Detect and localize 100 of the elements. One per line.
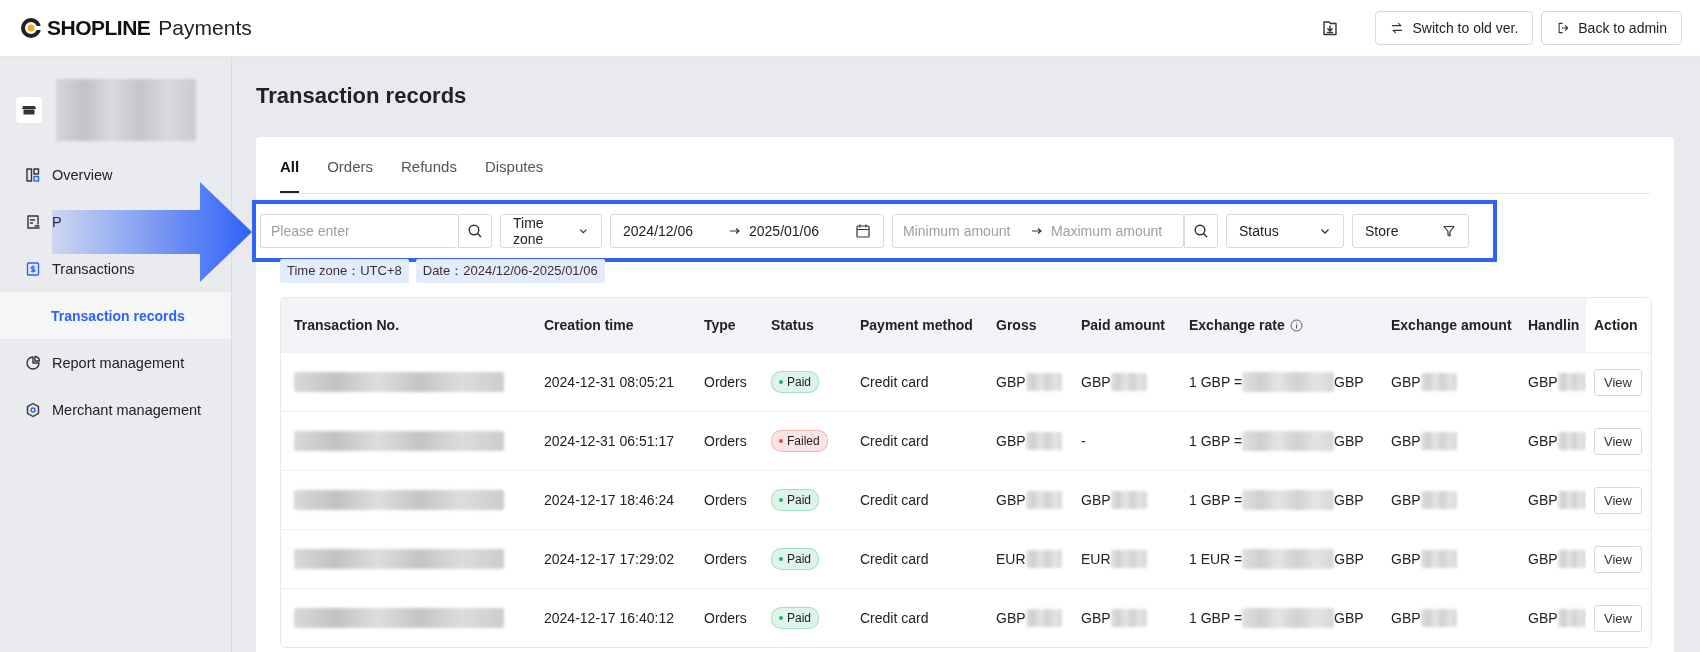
cell-text: Credit card [860,374,929,390]
cell-text: GBP [1528,433,1558,449]
cell-text: Orders [704,551,747,567]
header-button[interactable]: Switch to old ver. [1375,11,1534,45]
cell-text: GBP [996,492,1026,508]
cell-text: GBP [1528,374,1558,390]
search-button[interactable] [1184,214,1218,248]
store-icon [16,97,42,123]
status-badge: Paid [771,548,820,570]
cell-text: GBP [996,374,1026,390]
cell-text: Orders [704,374,747,390]
view-button[interactable]: View [1594,368,1642,396]
search-field[interactable]: Please enter [260,214,458,248]
nav-item[interactable]: Overview [0,151,231,198]
max-amount-input[interactable]: Maximum amount [1051,223,1169,239]
hexagon-icon [24,400,42,419]
cell-text: 2024-12-17 18:46:24 [544,492,674,508]
swap-arrows-icon [1390,21,1405,35]
exit-icon [1556,21,1571,35]
column-header: Exchange amount [1391,317,1512,333]
cell-text: Orders [704,433,747,449]
cell-text: - [1081,433,1086,449]
cell-text: GBP [1528,492,1558,508]
tray-download-icon [1321,19,1340,37]
status-badge: Paid [771,371,820,393]
cell-text: GBP [1334,492,1364,508]
cell-text: GBP [1081,610,1111,626]
cell-text: GBP [996,433,1026,449]
nav-item[interactable]: Merchant management [0,386,231,433]
status-badge: Paid [771,489,820,511]
cell-text: GBP [1391,551,1421,567]
cell-text: GBP [1081,492,1111,508]
cell-text: Credit card [860,551,929,567]
column-header: Status [771,317,814,333]
filter-tag: Date：2024/12/06-2025/01/06 [415,259,605,283]
cell-text: GBP [1334,374,1364,390]
cell-text: GBP [1081,374,1111,390]
cell-text: 1 GBP = [1189,374,1243,390]
view-button[interactable]: View [1594,545,1642,573]
column-header: Transaction No. [294,317,400,333]
column-header: Paid amount [1081,317,1165,333]
cell-text: GBP [1334,610,1364,626]
cell-text: GBP [1391,492,1421,508]
header-button[interactable]: Back to admin [1541,11,1682,45]
cell-text: Credit card [860,610,929,626]
select-field[interactable]: Store [1352,214,1469,248]
product-name: Payments [158,16,252,40]
select-field[interactable]: Status [1226,214,1344,248]
funnel-icon [1442,224,1456,238]
cell-text: EUR [996,551,1026,567]
cell-text: 2024-12-31 06:51:17 [544,433,674,449]
search-button[interactable] [458,214,492,248]
cell-text: GBP [1334,551,1364,567]
cell-text: 1 GBP = [1189,610,1243,626]
column-header: Action [1594,317,1638,333]
view-button[interactable]: View [1594,427,1642,455]
column-header: Type [704,317,736,333]
column-header: Handlin [1528,317,1580,333]
cell-text: GBP [1528,610,1558,626]
cell-text: GBP [1334,433,1364,449]
cell-text: 2024-12-17 17:29:02 [544,551,674,567]
cell-text: 1 EUR = [1189,551,1243,567]
logo-icon [20,17,42,39]
cell-text: Credit card [860,433,929,449]
amount-range-field[interactable]: Minimum amount Maximum amount [892,214,1184,248]
cell-text: 2024-12-31 08:05:21 [544,374,674,390]
dashboard-icon [24,165,42,184]
cell-text: GBP [1528,551,1558,567]
search-icon [467,223,483,239]
cell-text: 1 GBP = [1189,492,1243,508]
receipt-icon [24,212,42,231]
calendar-icon [855,223,871,239]
tab[interactable]: Orders [327,158,373,193]
view-button[interactable]: View [1594,486,1642,514]
min-amount-input[interactable]: Minimum amount [903,223,1021,239]
cell-text: Orders [704,492,747,508]
cell-text: EUR [1081,551,1111,567]
nav-subitem[interactable]: Transaction records [0,292,231,339]
filter-tag: Time zone：UTC+8 [280,259,409,283]
status-badge: Paid [771,607,820,629]
cell-text: GBP [996,610,1026,626]
view-button[interactable]: View [1594,604,1642,632]
column-header: Gross [996,317,1037,333]
column-header: Exchange rate [1189,317,1285,333]
cell-text: Credit card [860,492,929,508]
cell-text: GBP [1391,374,1421,390]
brand-name: SHOPLINE [47,16,151,40]
date-range-field[interactable]: 2024/12/06 2025/01/06 [610,214,884,248]
arrow-right-icon [1031,226,1043,236]
cell-text: Orders [704,610,747,626]
bill-icon [24,259,42,278]
column-header: Payment method [860,317,973,333]
tab[interactable]: All [280,158,300,193]
pie-chart-icon [24,353,42,372]
tab[interactable]: Disputes [484,158,544,193]
cell-text: GBP [1391,610,1421,626]
arrow-right-icon [729,226,741,236]
select-field[interactable]: Time zone [500,214,602,248]
nav-item[interactable]: Report management [0,339,231,386]
tab[interactable]: Refunds [401,158,457,193]
